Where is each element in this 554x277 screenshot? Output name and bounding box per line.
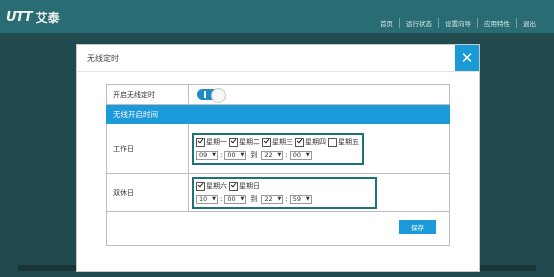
nav-wizard[interactable]: 设置向导 — [439, 18, 478, 28]
nav-features[interactable]: 应用特性 — [478, 18, 517, 28]
end-min-value: 59 — [292, 195, 301, 203]
workday-times: 09 ▼ : 00 ▼ 到 22 ▼ : 00 ▼ — [196, 150, 359, 161]
weekend-end-hour-select[interactable]: 22 ▼ — [261, 194, 284, 204]
chevron-down-icon: ▼ — [240, 196, 245, 202]
enable-label: 开启无线定时 — [106, 84, 189, 105]
wireless-timer-dialog: 无线定时 ✕ 开启无线定时 无线开启时间 工作日 星期一 星期二 星期三 星期四… — [76, 44, 480, 272]
chevron-down-icon: ▼ — [277, 152, 282, 158]
workday-end-min-select[interactable]: 00 ▼ — [289, 150, 312, 160]
chevron-down-icon: ▼ — [212, 196, 216, 202]
end-hour-value: 22 — [264, 151, 273, 159]
top-nav: 首页 运行状态 设置向导 应用特性 退出 — [374, 18, 542, 28]
friday-label: 星期五 — [338, 138, 359, 146]
workday-days: 星期一 星期二 星期三 星期四 星期五 — [196, 137, 359, 148]
sunday-checkbox[interactable] — [229, 181, 238, 191]
colon-separator: : — [285, 151, 288, 159]
toggle-knob — [211, 88, 226, 103]
start-hour-value: 10 — [199, 195, 208, 203]
weekend-end-min-select[interactable]: 59 ▼ — [289, 194, 312, 204]
weekend-schedule: 星期六 星期日 10 ▼ : 00 ▼ 到 22 ▼ : 59 ▼ — [192, 176, 377, 209]
wednesday-label: 星期三 — [272, 138, 293, 146]
workday-label: 工作日 — [106, 123, 189, 174]
day-sunday[interactable]: 星期日 — [229, 181, 260, 191]
nav-logout[interactable]: 退出 — [517, 18, 542, 28]
workday-start-min-select[interactable]: 00 ▼ — [224, 150, 247, 160]
workday-schedule: 星期一 星期二 星期三 星期四 星期五 09 ▼ : 00 ▼ 到 22 ▼ : 00… — [192, 132, 364, 165]
thursday-checkbox[interactable] — [295, 137, 304, 147]
logo: UTT 艾泰 — [6, 9, 60, 26]
enable-toggle[interactable] — [197, 88, 226, 103]
enable-row: 开启无线定时 — [106, 84, 450, 105]
tuesday-checkbox[interactable] — [229, 137, 238, 147]
weekend-label: 双休日 — [106, 173, 189, 212]
monday-label: 星期一 — [206, 138, 227, 146]
day-saturday[interactable]: 星期六 — [196, 181, 227, 191]
close-button[interactable]: ✕ — [455, 45, 479, 71]
thursday-label: 星期四 — [305, 138, 326, 146]
colon-separator: : — [285, 195, 288, 203]
start-min-value: 00 — [227, 151, 236, 159]
wednesday-checkbox[interactable] — [262, 137, 271, 147]
workday-row: 工作日 星期一 星期二 星期三 星期四 星期五 09 ▼ : 00 ▼ 到 22… — [106, 123, 450, 174]
chevron-down-icon: ▼ — [240, 152, 245, 158]
workday-end-hour-select[interactable]: 22 ▼ — [261, 150, 284, 160]
chevron-down-icon: ▼ — [277, 196, 282, 202]
section-header: 无线开启时间 — [106, 104, 450, 124]
chevron-down-icon: ▼ — [305, 152, 310, 158]
toggle-on-mark — [204, 91, 206, 98]
top-bar: UTT 艾泰 首页 运行状态 设置向导 应用特性 退出 — [0, 0, 554, 34]
friday-checkbox[interactable] — [328, 137, 337, 147]
end-hour-value: 22 — [264, 195, 273, 203]
dialog-title: 无线定时 — [87, 54, 119, 63]
enable-cell — [188, 84, 450, 105]
day-thursday[interactable]: 星期四 — [295, 137, 326, 147]
workday-start-hour-select[interactable]: 09 ▼ — [196, 150, 218, 160]
to-label: 到 — [250, 195, 258, 203]
to-label: 到 — [250, 151, 258, 159]
colon-separator: : — [220, 195, 223, 203]
day-friday[interactable]: 星期五 — [328, 137, 359, 147]
chevron-down-icon: ▼ — [212, 152, 216, 158]
nav-home[interactable]: 首页 — [374, 18, 400, 28]
weekend-start-min-select[interactable]: 00 ▼ — [224, 194, 247, 204]
workday-cell: 星期一 星期二 星期三 星期四 星期五 09 ▼ : 00 ▼ 到 22 ▼ : 00… — [188, 123, 450, 174]
brand-name: 艾泰 — [35, 11, 60, 25]
close-icon: ✕ — [460, 48, 474, 67]
sunday-label: 星期日 — [239, 182, 260, 190]
start-min-value: 00 — [227, 195, 236, 203]
saturday-label: 星期六 — [206, 182, 227, 190]
day-monday[interactable]: 星期一 — [196, 137, 227, 147]
weekend-row: 双休日 星期六 星期日 10 ▼ : 00 ▼ 到 22 ▼ : 59 ▼ — [106, 173, 450, 212]
section-header-row: 无线开启时间 — [106, 104, 450, 124]
weekend-days: 星期六 星期日 — [196, 181, 372, 192]
day-tuesday[interactable]: 星期二 — [229, 137, 260, 147]
colon-separator: : — [220, 151, 223, 159]
weekend-start-hour-select[interactable]: 10 ▼ — [196, 194, 218, 204]
saturday-checkbox[interactable] — [196, 181, 205, 191]
start-hour-value: 09 — [199, 151, 208, 159]
logo-mark: UTT — [6, 10, 33, 25]
chevron-down-icon: ▼ — [305, 196, 310, 202]
weekend-times: 10 ▼ : 00 ▼ 到 22 ▼ : 59 ▼ — [196, 194, 372, 205]
weekend-cell: 星期六 星期日 10 ▼ : 00 ▼ 到 22 ▼ : 59 ▼ — [188, 173, 450, 212]
save-button[interactable]: 保存 — [399, 220, 436, 234]
nav-status[interactable]: 运行状态 — [400, 18, 439, 28]
day-wednesday[interactable]: 星期三 — [262, 137, 293, 147]
monday-checkbox[interactable] — [196, 137, 205, 147]
dialog-header: 无线定时 ✕ — [77, 45, 479, 72]
end-min-value: 00 — [292, 151, 301, 159]
tuesday-label: 星期二 — [239, 138, 260, 146]
